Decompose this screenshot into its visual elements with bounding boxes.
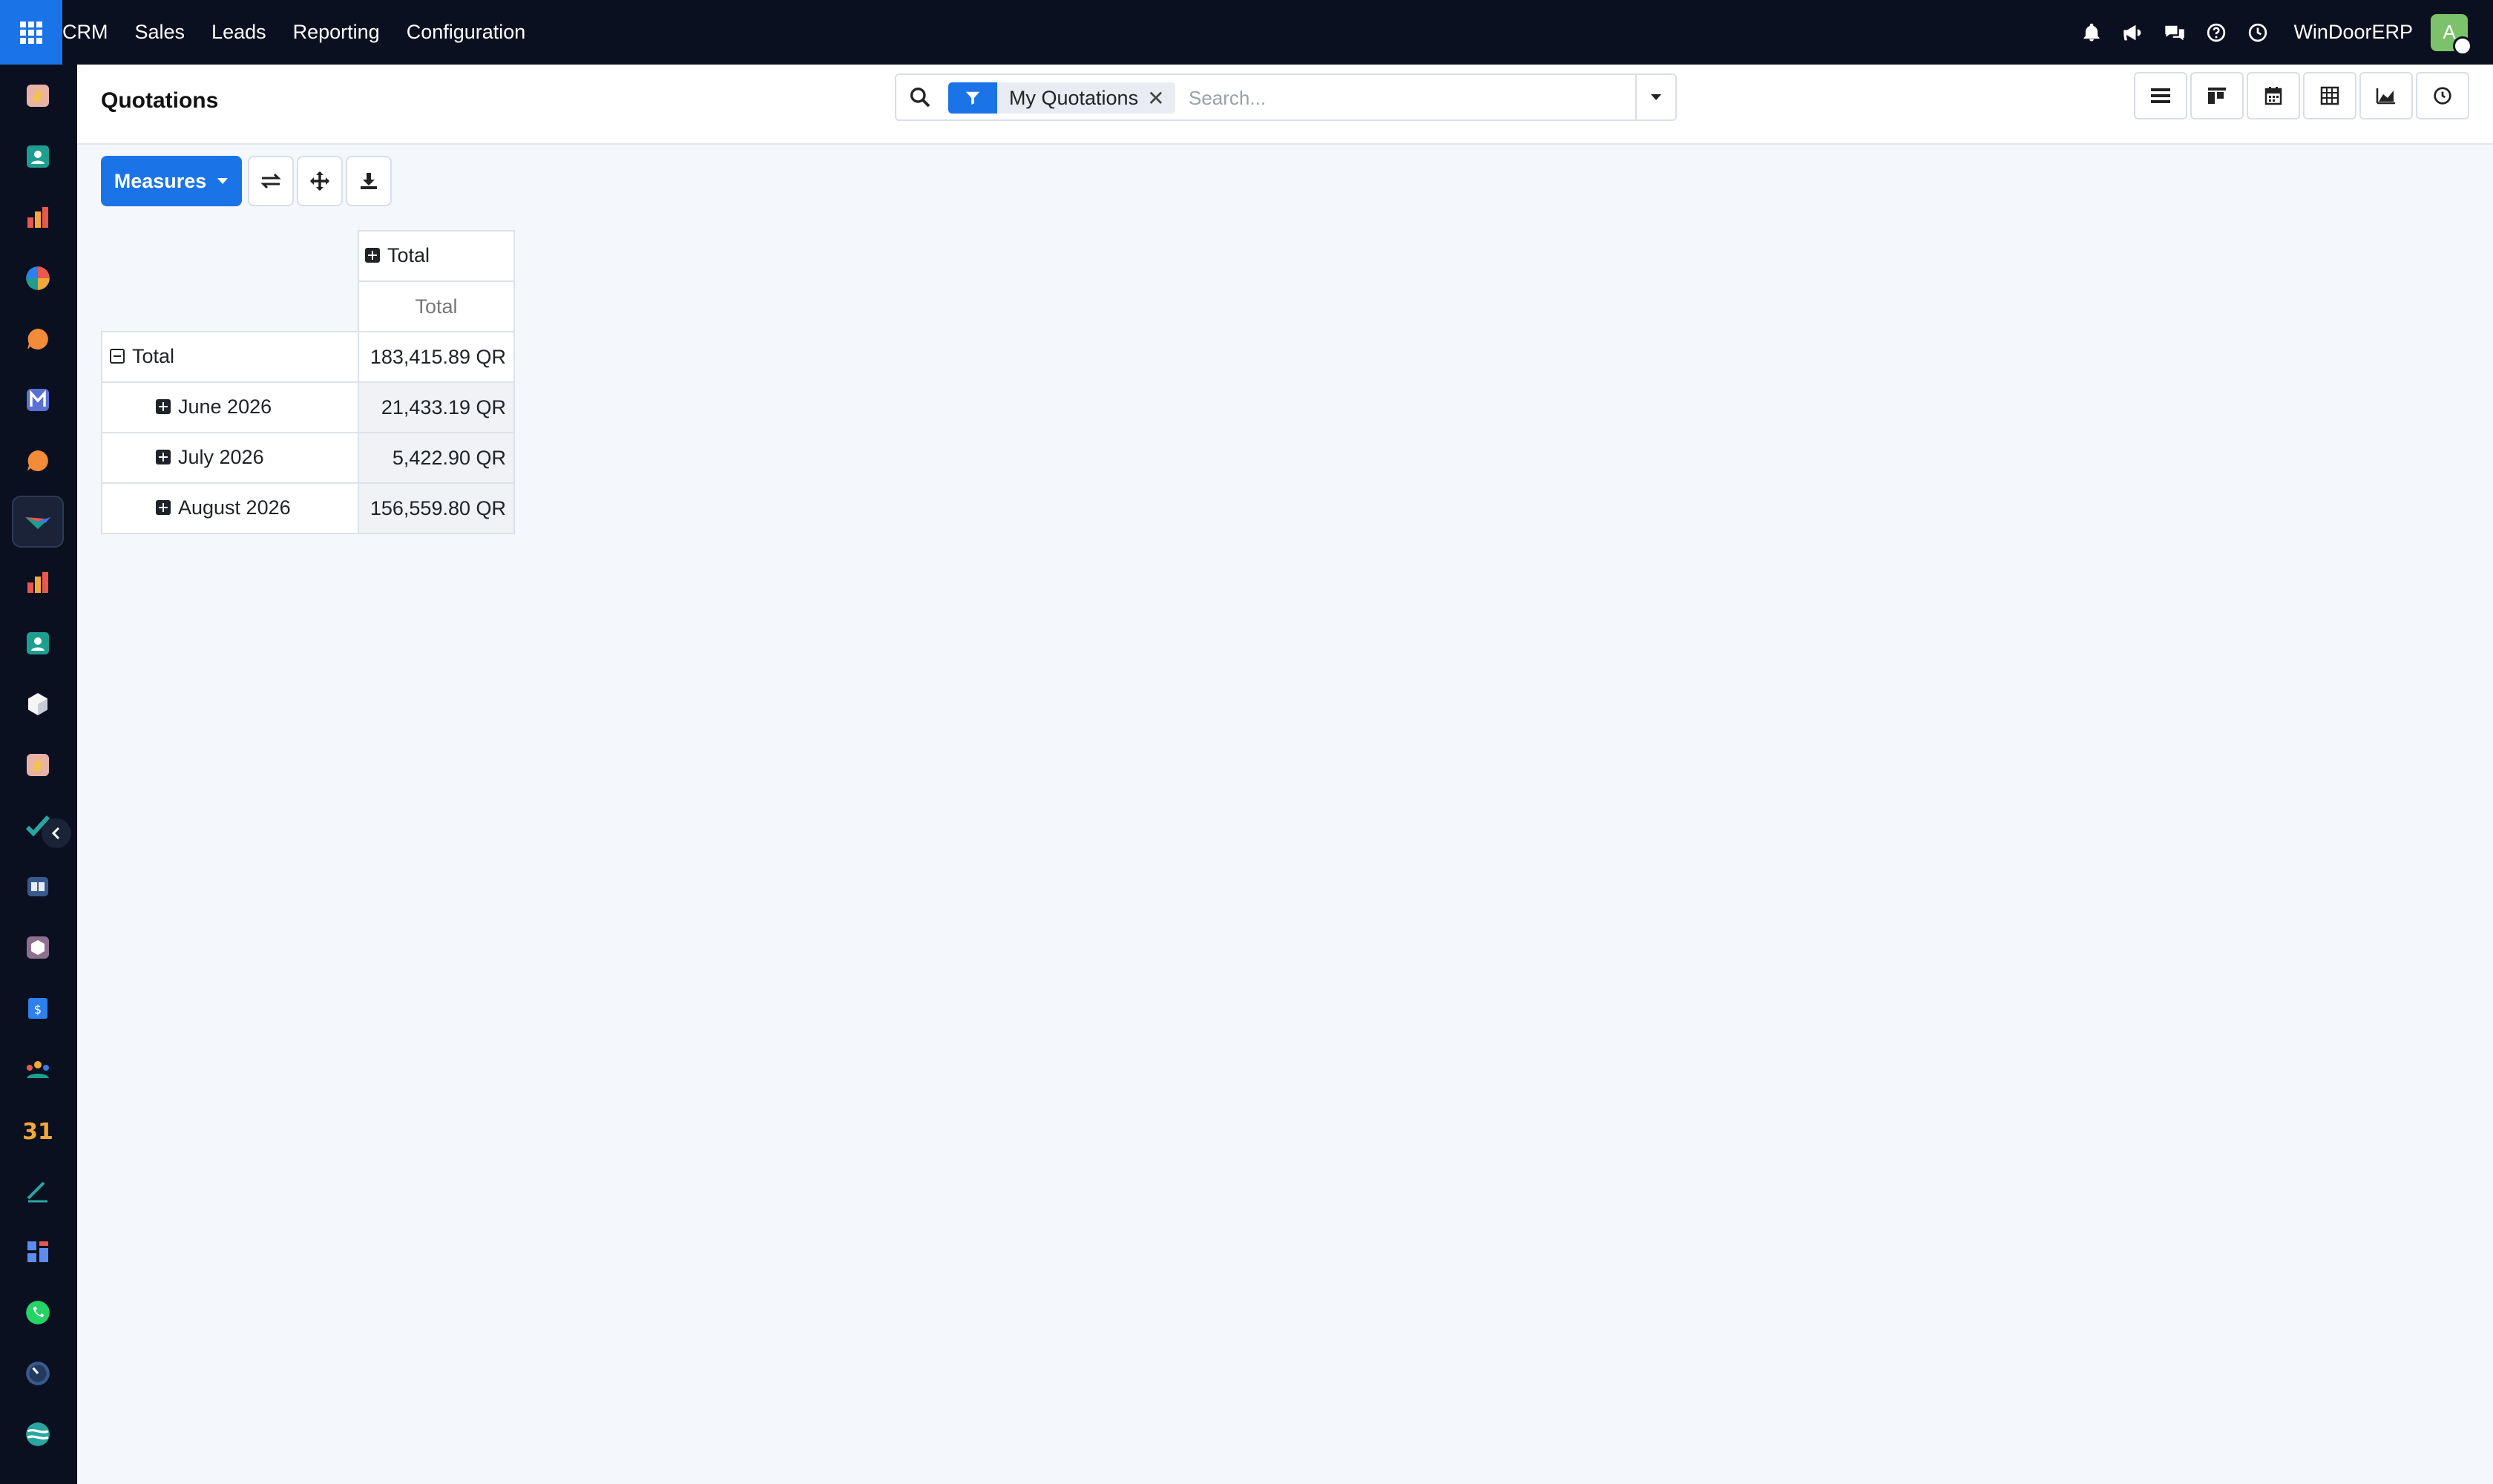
activity-view-icon[interactable]: [2416, 72, 2469, 119]
invoicing-app-icon[interactable]: $: [12, 982, 64, 1034]
pivot-cell[interactable]: 183,415.89 QR: [358, 331, 515, 383]
search-icon[interactable]: [908, 85, 932, 109]
pivot-row: August 2026 156,559.80 QR: [101, 482, 515, 534]
filter-icon: [948, 82, 997, 114]
app-sidebar: $ 31: [0, 65, 77, 1484]
user-avatar[interactable]: A: [2431, 13, 2472, 56]
search-bar[interactable]: My Quotations ✕: [895, 73, 1677, 121]
menu-reporting[interactable]: Reporting: [293, 21, 380, 44]
expand-all-icon: [310, 171, 329, 191]
col-header-label: Total: [387, 243, 430, 266]
pivot-cell[interactable]: 156,559.80 QR: [358, 482, 515, 534]
chat-app-icon[interactable]: [12, 435, 64, 487]
pivot-row-header[interactable]: August 2026: [101, 482, 359, 534]
megaphone-icon[interactable]: [2120, 19, 2147, 46]
search-input[interactable]: [1187, 82, 1591, 114]
team-app-icon[interactable]: [12, 1043, 64, 1095]
menu-sales[interactable]: Sales: [135, 21, 185, 44]
employees-app-icon[interactable]: [12, 617, 64, 669]
collapse-minus-icon: [110, 349, 125, 364]
kanban-view-icon[interactable]: [2190, 72, 2244, 119]
measures-dropdown-button[interactable]: Measures: [101, 156, 242, 206]
apps-menu-button[interactable]: [0, 0, 62, 65]
row-label: Total: [132, 344, 175, 367]
pivot-cell[interactable]: 5,422.90 QR: [358, 432, 515, 484]
pivot-view-icon[interactable]: [2303, 72, 2356, 119]
graph-view-icon[interactable]: [2359, 72, 2413, 119]
pivot-row: Total 183,415.89 QR: [101, 331, 515, 383]
inventory-app-icon[interactable]: [12, 678, 64, 730]
remove-facet-icon[interactable]: ✕: [1147, 86, 1175, 111]
pivot-row: June 2026 21,433.19 QR: [101, 381, 515, 433]
menu-leads[interactable]: Leads: [211, 21, 266, 44]
calendar-view-icon[interactable]: [2247, 72, 2300, 119]
timer-app-icon[interactable]: [12, 1347, 64, 1399]
presence-dot: [2453, 36, 2472, 56]
caret-down-icon: [1651, 94, 1661, 100]
row-label: July 2026: [178, 445, 264, 468]
download-button[interactable]: [346, 156, 392, 206]
livechat-app-icon[interactable]: [12, 313, 64, 365]
whatsapp-app-icon[interactable]: [12, 1287, 64, 1339]
website-app-icon[interactable]: [12, 1226, 64, 1278]
svg-text:31: 31: [23, 1119, 53, 1143]
search-facet[interactable]: My Quotations ✕: [948, 82, 1175, 114]
expand-all-button[interactable]: [297, 156, 343, 206]
row-label: June 2026: [178, 395, 272, 418]
sign-app-icon[interactable]: [12, 1165, 64, 1217]
dashboard-app-icon[interactable]: [12, 252, 64, 304]
expand-plus-icon: [156, 500, 171, 516]
grid-icon: [20, 21, 42, 44]
pivot-table: Total Total Total 183,415.89 QR June 202…: [101, 230, 515, 534]
flip-axis-icon: [260, 173, 281, 189]
pivot-measure-header[interactable]: Total: [358, 280, 515, 332]
packaging-app-icon[interactable]: [12, 922, 64, 974]
sales-app-icon[interactable]: [12, 556, 64, 608]
search-options-toggle[interactable]: [1635, 75, 1675, 119]
pivot-row-header[interactable]: July 2026: [101, 432, 359, 484]
help-icon[interactable]: [2203, 19, 2230, 46]
pivot-corner: [102, 231, 359, 332]
pivot-row-header[interactable]: Total: [101, 331, 359, 383]
download-icon: [361, 173, 377, 189]
pivot-row: July 2026 5,422.90 QR: [101, 432, 515, 484]
facet-value: My Quotations: [1009, 86, 1139, 109]
menu-configuration[interactable]: Configuration: [407, 21, 526, 44]
control-panel: Quotations My Quotations ✕: [77, 65, 2493, 145]
flip-axis-button[interactable]: [248, 156, 294, 206]
expand-plus-icon: [156, 399, 171, 415]
bell-icon[interactable]: [2078, 19, 2105, 46]
collapse-sidebar-button[interactable]: [42, 818, 71, 848]
view-switcher: [2134, 72, 2472, 119]
chat-icon[interactable]: [2161, 19, 2188, 46]
calendar-app-icon[interactable]: 31: [12, 1104, 64, 1156]
measures-label: Measures: [114, 169, 207, 192]
knowledge-app-icon[interactable]: [12, 861, 64, 913]
menu-crm[interactable]: CRM: [62, 21, 108, 44]
tools-app-icon[interactable]: [12, 739, 64, 791]
chevron-left-icon: [51, 827, 60, 840]
reporting-app-icon[interactable]: [12, 191, 64, 243]
pivot-cell[interactable]: 21,433.19 QR: [358, 381, 515, 433]
email-marketing-app-icon[interactable]: [12, 374, 64, 426]
contacts-app-icon[interactable]: [12, 131, 64, 183]
clock-icon[interactable]: [2244, 19, 2271, 46]
top-menu: CRM Sales Leads Reporting Configuration: [62, 0, 552, 65]
company-name[interactable]: WinDoorERP: [2293, 21, 2413, 44]
expand-plus-icon: [156, 450, 171, 465]
list-view-icon[interactable]: [2134, 72, 2187, 119]
pivot-col-header[interactable]: Total: [358, 230, 515, 282]
odoo-app-icon[interactable]: [12, 1408, 64, 1460]
top-navbar: CRM Sales Leads Reporting Configuration …: [0, 0, 2493, 65]
row-label: August 2026: [178, 496, 291, 519]
discuss-app-icon[interactable]: [12, 70, 64, 122]
page-title: Quotations: [101, 88, 219, 113]
expand-plus-icon: [365, 248, 380, 263]
crm-app-icon[interactable]: [12, 496, 64, 548]
systray: WinDoorERP A: [2078, 0, 2493, 65]
svg-text:$: $: [34, 1002, 42, 1017]
pivot-row-header[interactable]: June 2026: [101, 381, 359, 433]
caret-down-icon: [217, 178, 229, 184]
